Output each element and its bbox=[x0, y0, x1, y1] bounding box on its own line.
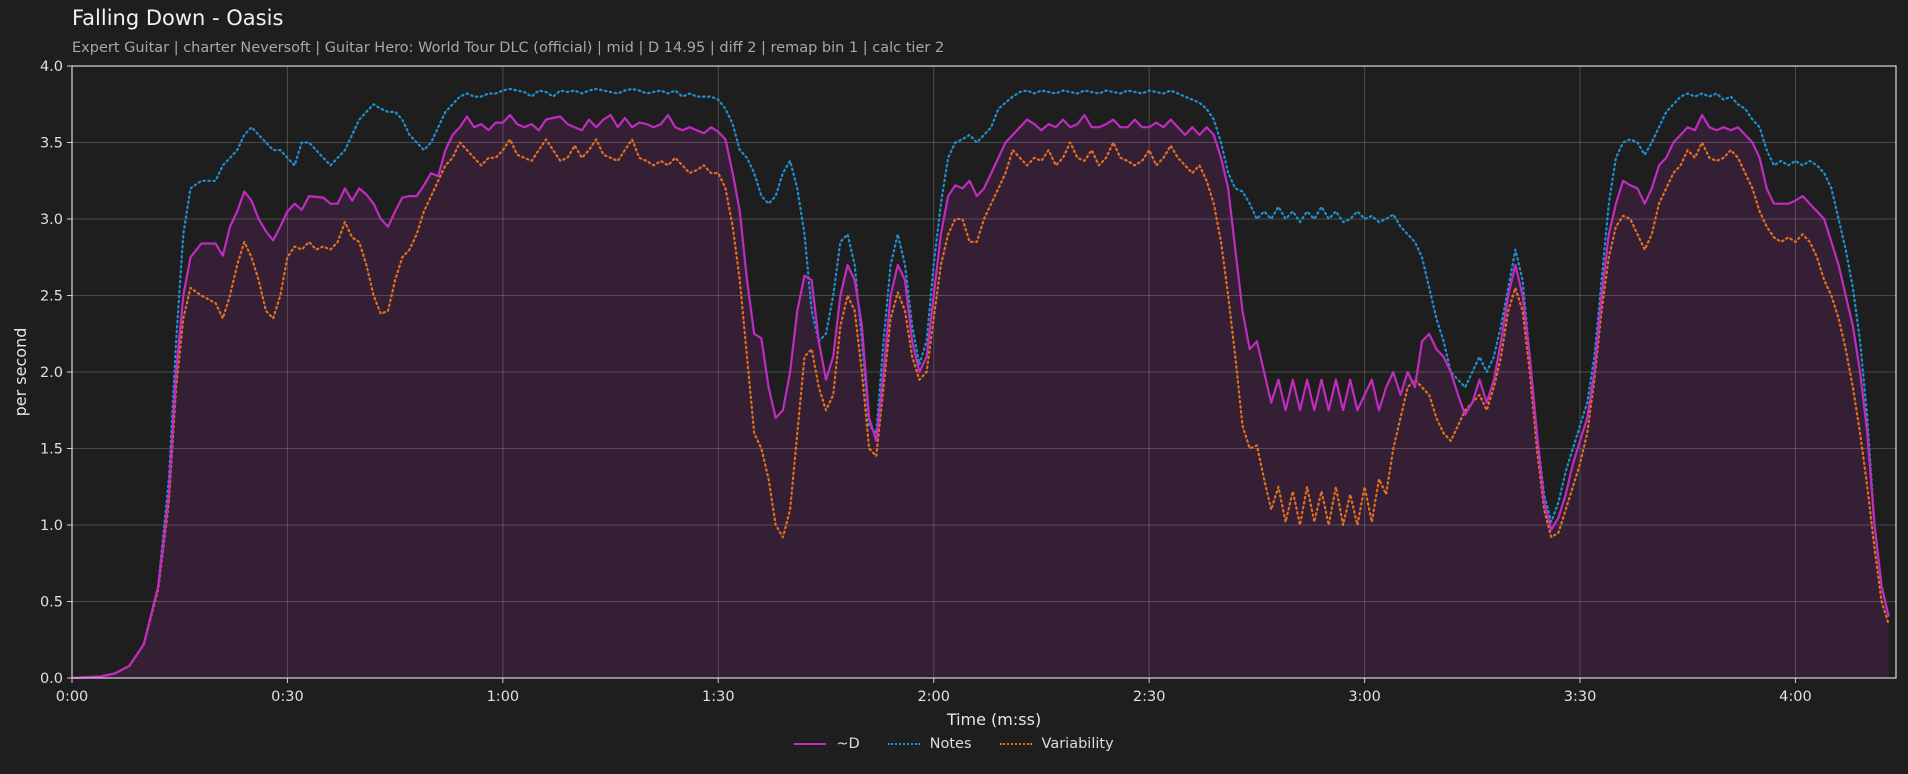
legend-swatch bbox=[887, 743, 920, 745]
x-tick-label: 1:30 bbox=[702, 689, 735, 705]
x-tick-label: 0:30 bbox=[271, 689, 304, 705]
y-tick-label: 3.0 bbox=[40, 212, 63, 228]
y-tick-label: 1.0 bbox=[40, 518, 63, 534]
x-tick-label: 0:00 bbox=[56, 689, 89, 705]
y-tick-label: 0.0 bbox=[40, 671, 63, 687]
chart-legend: ~D Notes Variability bbox=[0, 736, 1908, 752]
x-tick-label: 3:00 bbox=[1348, 689, 1381, 705]
legend-item: Variability bbox=[999, 736, 1114, 752]
x-tick-label: 2:00 bbox=[917, 689, 950, 705]
line-chart: 0:00 0:30 1:00 1:30 2:00 2:30 3:00 3:30 4:00 0.0 0… bbox=[11, 59, 1897, 729]
legend-label: Notes bbox=[929, 736, 972, 752]
y-tick-label: 2.5 bbox=[40, 289, 63, 305]
y-tick-label: 3.5 bbox=[40, 136, 63, 152]
legend-label: Variability bbox=[1041, 736, 1114, 752]
x-tick-label: 2:30 bbox=[1133, 689, 1166, 705]
y-tick-label: 4.0 bbox=[40, 59, 63, 75]
y-axis-label: per second bbox=[11, 328, 30, 417]
x-tick-label: 1:00 bbox=[487, 689, 520, 705]
y-tick-label: 2.0 bbox=[40, 365, 63, 381]
x-tick-label: 3:30 bbox=[1564, 689, 1597, 705]
y-tick-label: 0.5 bbox=[40, 595, 63, 611]
y-tick-label: 1.5 bbox=[40, 442, 63, 458]
legend-swatch bbox=[999, 743, 1032, 745]
x-axis-label: Time (m:ss) bbox=[946, 710, 1041, 729]
x-tick-label: 4:00 bbox=[1779, 689, 1812, 705]
legend-item: Notes bbox=[887, 736, 972, 752]
legend-label: ~D bbox=[836, 736, 860, 752]
legend-swatch bbox=[794, 743, 827, 745]
legend-item: ~D bbox=[794, 736, 860, 752]
